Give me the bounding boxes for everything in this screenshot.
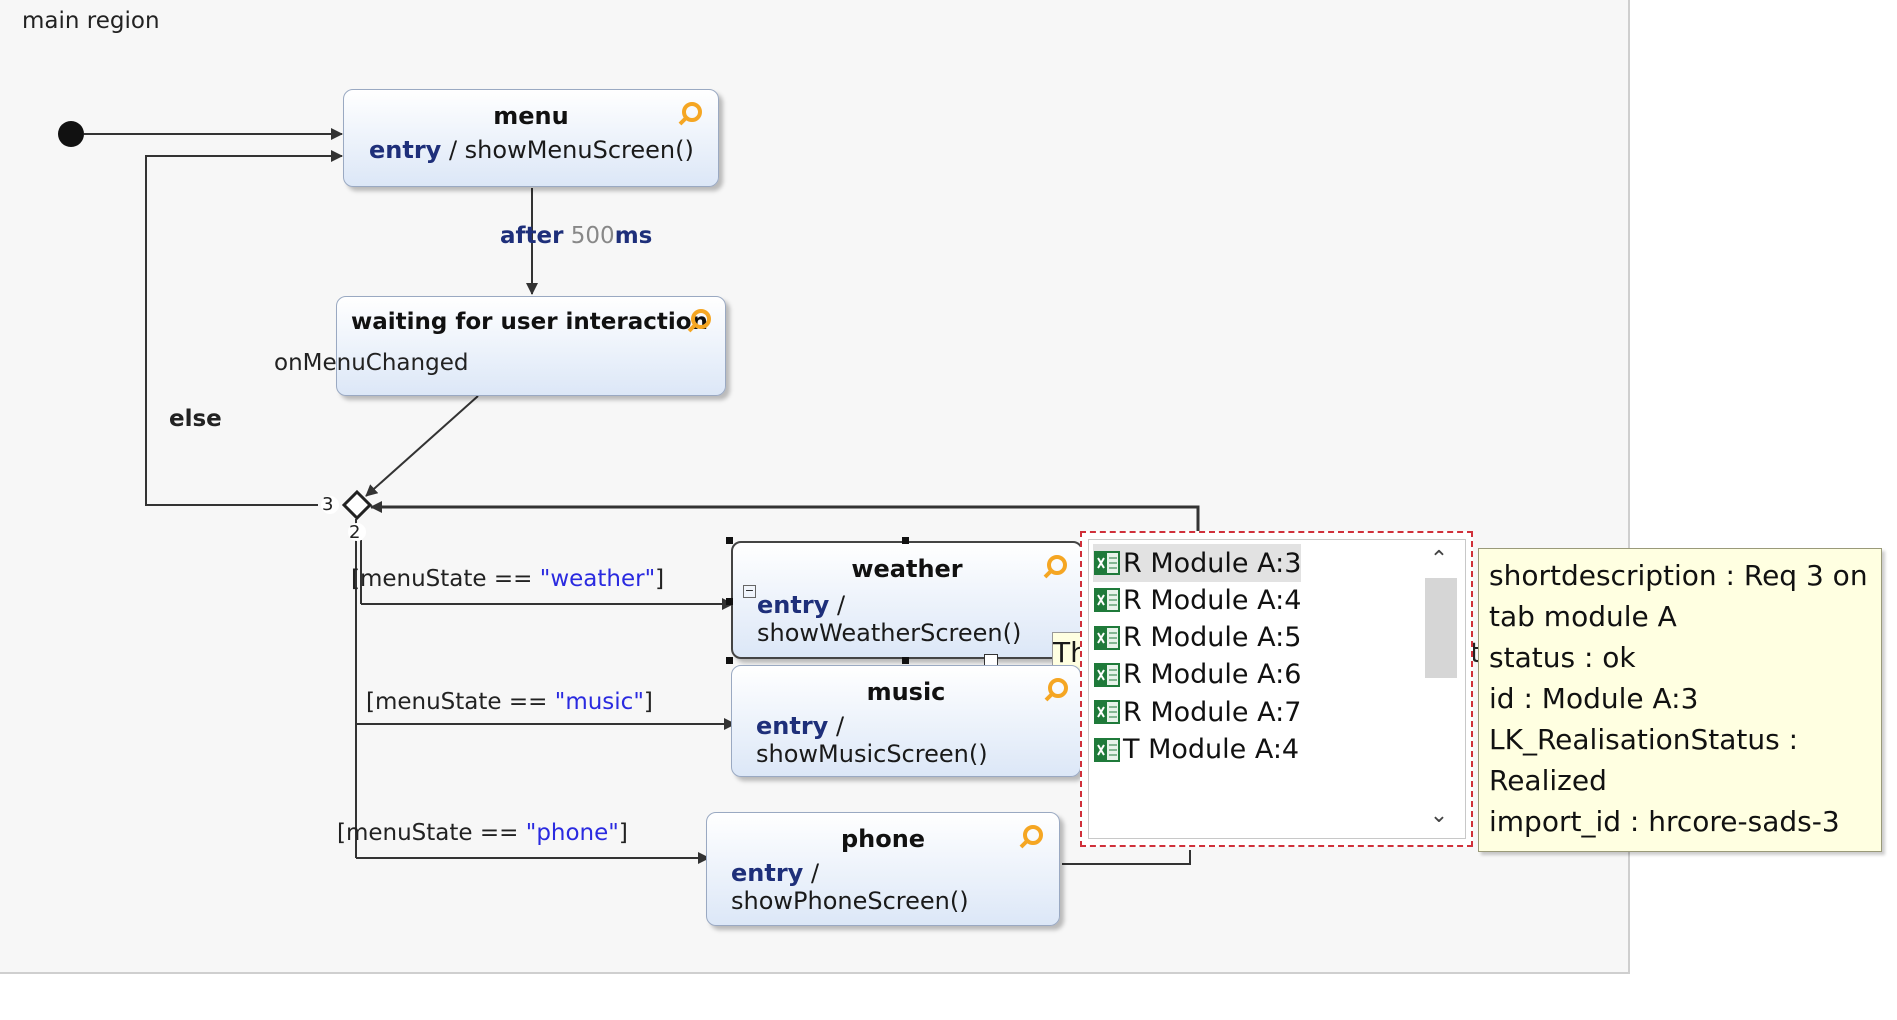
state-weather-name: weather	[851, 555, 963, 583]
resize-handle[interactable]	[902, 537, 909, 544]
trace-link-label: R Module A:6	[1123, 659, 1302, 691]
list-scrollbar[interactable]: ⌃ ⌄	[1417, 542, 1461, 834]
state-music[interactable]: music entry / showMusicScreen()	[731, 665, 1081, 777]
tooltip-line: Realized	[1489, 764, 1607, 797]
requirement-tooltip: shortdescription : Req 3 on tab module A s…	[1478, 548, 1882, 852]
waiting-event: onMenuChanged	[274, 350, 469, 376]
state-phone[interactable]: phone entry / showPhoneScreen()	[706, 812, 1060, 926]
resize-handle[interactable]	[726, 537, 733, 544]
choice-label-bottom: 2	[349, 522, 361, 543]
ring-icon	[1044, 678, 1068, 702]
state-music-name: music	[866, 678, 946, 706]
excel-icon	[1094, 551, 1120, 575]
guard-music: [menuState == "music"]	[366, 689, 653, 715]
trace-link-item[interactable]: R Module A:5	[1093, 619, 1301, 657]
state-menu-name: menu	[493, 102, 569, 130]
tooltip-line: LK_RealisationStatus :	[1489, 723, 1799, 756]
state-phone-entry: entry /	[731, 859, 820, 887]
tooltip-line: id : Module A:3	[1489, 682, 1699, 715]
tooltip-line: status : ok	[1489, 641, 1636, 674]
resize-handle[interactable]	[902, 657, 909, 664]
resize-handle[interactable]	[726, 657, 733, 664]
excel-icon	[1094, 588, 1120, 613]
ring-icon	[1043, 555, 1067, 579]
ring-icon	[678, 102, 702, 126]
excel-icon	[1094, 737, 1120, 762]
resize-handle[interactable]	[726, 598, 733, 605]
state-music-entry: entry /	[756, 712, 845, 740]
state-menu[interactable]: menu entry / showMenuScreen()	[343, 89, 719, 187]
tooltip-line: shortdescription : Req 3 on	[1489, 559, 1868, 592]
trace-link-item[interactable]: R Module A:6	[1093, 656, 1301, 694]
after-label: after 500ms	[500, 223, 653, 249]
trace-link-label: R Module A:4	[1123, 584, 1302, 616]
state-menu-entry: entry / showMenuScreen()	[369, 136, 694, 164]
tooltip-line: tab module A	[1489, 600, 1677, 633]
excel-icon	[1094, 625, 1120, 650]
trace-link-label: R Module A:7	[1123, 696, 1302, 728]
chevron-down-icon[interactable]: ⌄	[1417, 798, 1461, 834]
state-waiting-name: waiting for user interaction	[351, 309, 708, 335]
trace-link-label: R Module A:3	[1123, 547, 1302, 579]
guard-weather: [menuState == "weather"]	[351, 566, 665, 592]
state-weather-action: showWeatherScreen()	[757, 619, 1022, 647]
else-label: else	[169, 406, 222, 432]
choice-label-top: 3	[322, 494, 334, 515]
entry-keyword: entry	[369, 136, 442, 164]
trace-link-label: T Module A:4	[1123, 734, 1300, 765]
trace-link-item[interactable]: R Module A:3	[1093, 544, 1302, 582]
trace-link-item[interactable]: R Module A:4	[1093, 581, 1301, 619]
state-phone-name: phone	[840, 825, 926, 853]
chevron-up-icon[interactable]: ⌃	[1417, 542, 1461, 578]
state-phone-action: showPhoneScreen()	[731, 887, 969, 915]
excel-icon	[1094, 700, 1120, 725]
state-music-action: showMusicScreen()	[756, 740, 988, 768]
state-weather-entry: entry /	[757, 591, 846, 619]
trace-link-list: R Module A:3 R Module A:4 R Module A:5 R Mo…	[1088, 539, 1466, 839]
collapse-icon[interactable]: −	[743, 585, 756, 598]
ring-icon	[1019, 825, 1043, 849]
entry-action: / showMenuScreen()	[441, 136, 694, 164]
excel-icon	[1094, 662, 1120, 687]
trace-link-item[interactable]: R Module A:7	[1093, 693, 1301, 731]
initial-node	[58, 121, 84, 147]
state-waiting[interactable]: waiting for user interaction	[336, 296, 726, 396]
guard-phone: [menuState == "phone"]	[337, 820, 628, 846]
trace-link-popup: R Module A:3 R Module A:4 R Module A:5 R Mo…	[1080, 531, 1473, 847]
trace-link-item[interactable]: T Module A:4	[1093, 731, 1299, 769]
state-weather[interactable]: weather entry / showWeatherScreen() −	[731, 541, 1083, 659]
tooltip-line: import_id : hrcore-sads-3	[1489, 805, 1840, 838]
ring-icon	[687, 309, 711, 333]
scrollbar-thumb[interactable]	[1425, 578, 1457, 678]
trace-link-label: R Module A:5	[1123, 622, 1302, 654]
